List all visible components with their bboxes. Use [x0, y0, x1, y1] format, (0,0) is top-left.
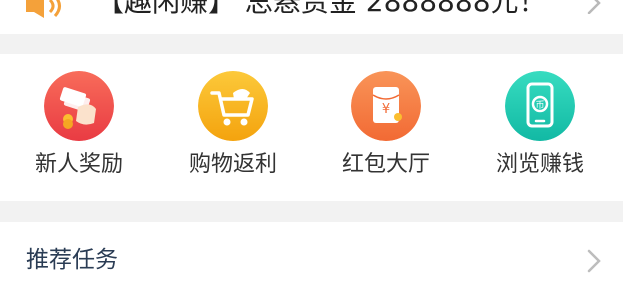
quick-action-label: 新人奖励 — [34, 152, 123, 177]
svg-text:¥: ¥ — [382, 102, 390, 117]
section-title: 推荐任务 — [26, 247, 118, 273]
quick-action-shopping-rebate[interactable]: 购物返利 — [158, 54, 308, 201]
speaker-icon — [26, 0, 61, 18]
quick-action-newbie-reward[interactable]: 新人奖励 — [4, 54, 154, 201]
announcement-bar[interactable]: 【趣闲赚】 总悬赏金 2888888元！ — [0, 0, 623, 34]
money-hand-icon — [44, 71, 114, 141]
quick-action-browse-earn[interactable]: 币 浏览赚钱 — [465, 54, 615, 201]
chevron-right-icon[interactable] — [587, 0, 601, 14]
shopping-cart-icon — [198, 71, 268, 141]
quick-action-label: 购物返利 — [188, 152, 277, 177]
quick-action-red-envelope-hall[interactable]: ¥ 红包大厅 — [311, 54, 461, 201]
quick-action-label: 红包大厅 — [341, 152, 430, 177]
quick-action-label: 浏览赚钱 — [495, 152, 584, 177]
announcement-text: 【趣闲赚】 总悬赏金 2888888元！ — [96, 0, 547, 18]
red-envelope-icon: ¥ — [351, 71, 421, 141]
recommended-tasks-row[interactable]: 推荐任务 — [0, 222, 623, 299]
chevron-right-icon[interactable] — [587, 249, 601, 273]
svg-text:币: 币 — [535, 100, 544, 111]
phone-coin-icon: 币 — [505, 71, 575, 141]
quick-actions: 新人奖励 购物返利 ¥ 红包大厅 币 浏览赚钱 — [0, 54, 623, 201]
